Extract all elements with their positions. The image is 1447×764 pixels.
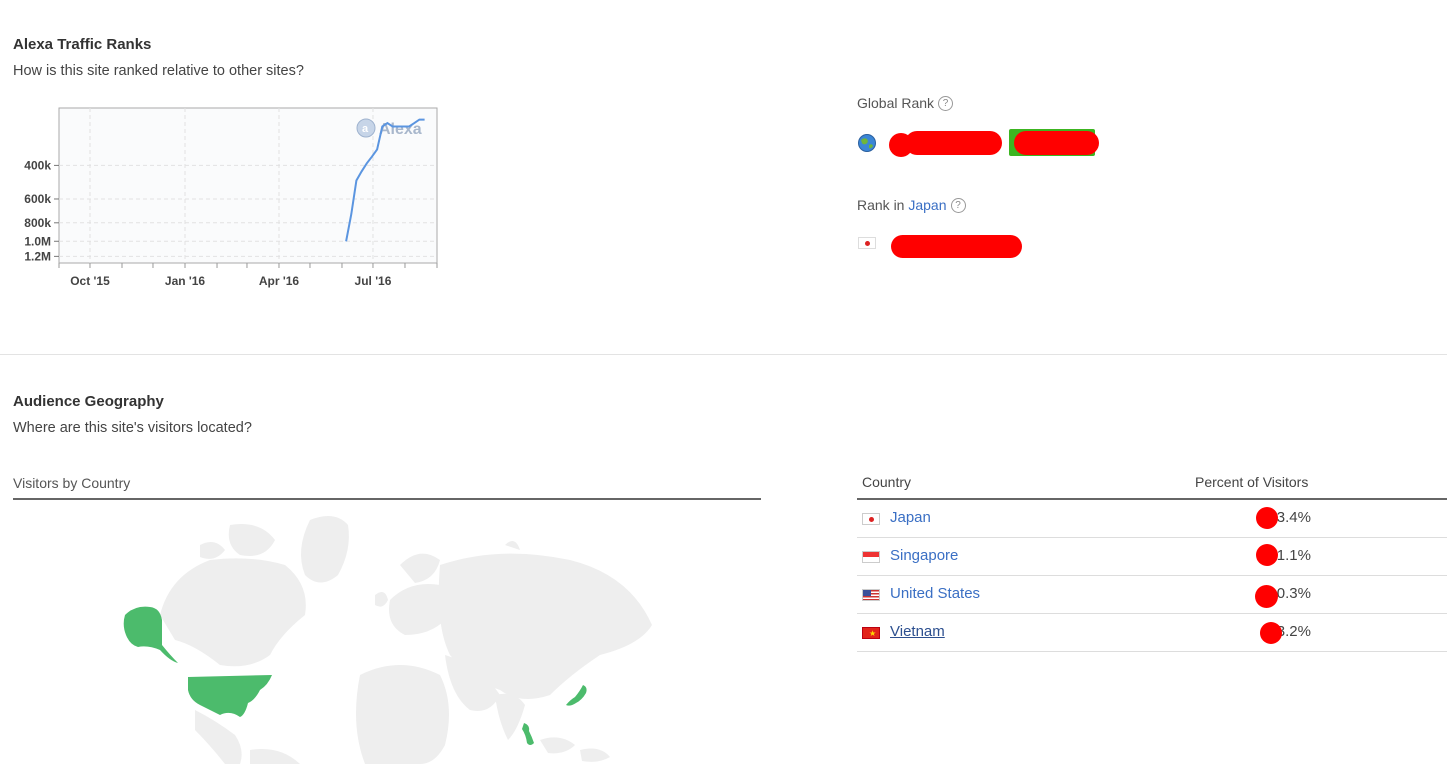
- section-divider: [0, 354, 1447, 355]
- y-tick-label: 800k: [24, 216, 51, 230]
- map-label-underline: [13, 498, 761, 500]
- redaction-mark: [1014, 131, 1099, 155]
- redaction-mark: [1256, 507, 1278, 529]
- table-row: United States 0.3%: [857, 576, 1447, 614]
- x-tick-label: Jan '16: [165, 274, 206, 288]
- traffic-title: Alexa Traffic Ranks: [13, 36, 152, 53]
- traffic-rank-chart: 400k 600k 800k 1.0M1.2M Oct '15 Jan '16 Apr '…: [24, 107, 438, 288]
- japan-flag-icon: [858, 237, 876, 249]
- help-icon[interactable]: ?: [950, 198, 966, 213]
- country-link-vietnam[interactable]: Vietnam: [890, 623, 945, 640]
- geo-title: Audience Geography: [13, 393, 164, 410]
- x-tick-label: Jul '16: [355, 274, 392, 288]
- country-link-united-states[interactable]: United States: [890, 585, 980, 602]
- svg-text:a: a: [362, 123, 369, 135]
- united-states-flag-icon: [862, 589, 880, 601]
- col-country: Country: [862, 474, 912, 490]
- redaction-mark: [1260, 622, 1282, 644]
- singapore-flag-icon: [862, 551, 880, 563]
- country-table: Country Percent of Visitors Japan 3.4% S…: [857, 468, 1447, 652]
- globe-icon: [858, 134, 876, 152]
- rank-in-label: Rank in: [857, 197, 905, 213]
- global-rank-label-row: Global Rank?: [857, 95, 954, 111]
- redaction-mark: [1255, 585, 1278, 608]
- y-tick-label: 1.0M: [24, 234, 51, 248]
- traffic-subtitle: How is this site ranked relative to othe…: [13, 63, 304, 79]
- table-row: Singapore 1.1%: [857, 538, 1447, 576]
- country-link-japan[interactable]: Japan: [890, 509, 931, 526]
- world-map: [123, 516, 652, 764]
- percent-value: 3.4%: [1276, 509, 1311, 526]
- map-land: [160, 516, 652, 764]
- map-country-japan: [566, 685, 587, 706]
- redaction-mark: [1256, 544, 1278, 566]
- redaction-mark: [891, 235, 1022, 258]
- y-tick-label: 400k: [24, 158, 51, 172]
- rank-country-link[interactable]: Japan: [908, 197, 946, 213]
- geo-subtitle: Where are this site's visitors located?: [13, 420, 252, 436]
- table-header: Country Percent of Visitors: [857, 468, 1447, 500]
- x-tick-label: Apr '16: [259, 274, 300, 288]
- col-percent: Percent of Visitors: [1195, 474, 1309, 490]
- country-link-singapore[interactable]: Singapore: [890, 547, 958, 564]
- y-tick-label: 600k: [24, 192, 51, 206]
- table-row: ★ Vietnam 3.2%: [857, 614, 1447, 652]
- y-tick-label: 1.2M: [24, 249, 51, 263]
- table-row: Japan 3.4%: [857, 500, 1447, 538]
- map-country-united-states: [188, 675, 272, 717]
- vietnam-flag-icon: ★: [862, 627, 880, 639]
- map-country-vietnam: [522, 723, 534, 745]
- japan-flag-icon: [862, 513, 880, 525]
- redaction-mark: [905, 131, 1002, 155]
- map-label: Visitors by Country: [13, 475, 131, 491]
- country-rank-label-row: Rank in Japan?: [857, 197, 966, 213]
- percent-value: 1.1%: [1276, 547, 1311, 564]
- global-rank-label: Global Rank: [857, 95, 935, 111]
- help-icon[interactable]: ?: [938, 96, 954, 111]
- percent-value: 0.3%: [1276, 585, 1311, 602]
- alexa-watermark: a Alexa: [356, 118, 422, 138]
- x-tick-label: Oct '15: [70, 274, 110, 288]
